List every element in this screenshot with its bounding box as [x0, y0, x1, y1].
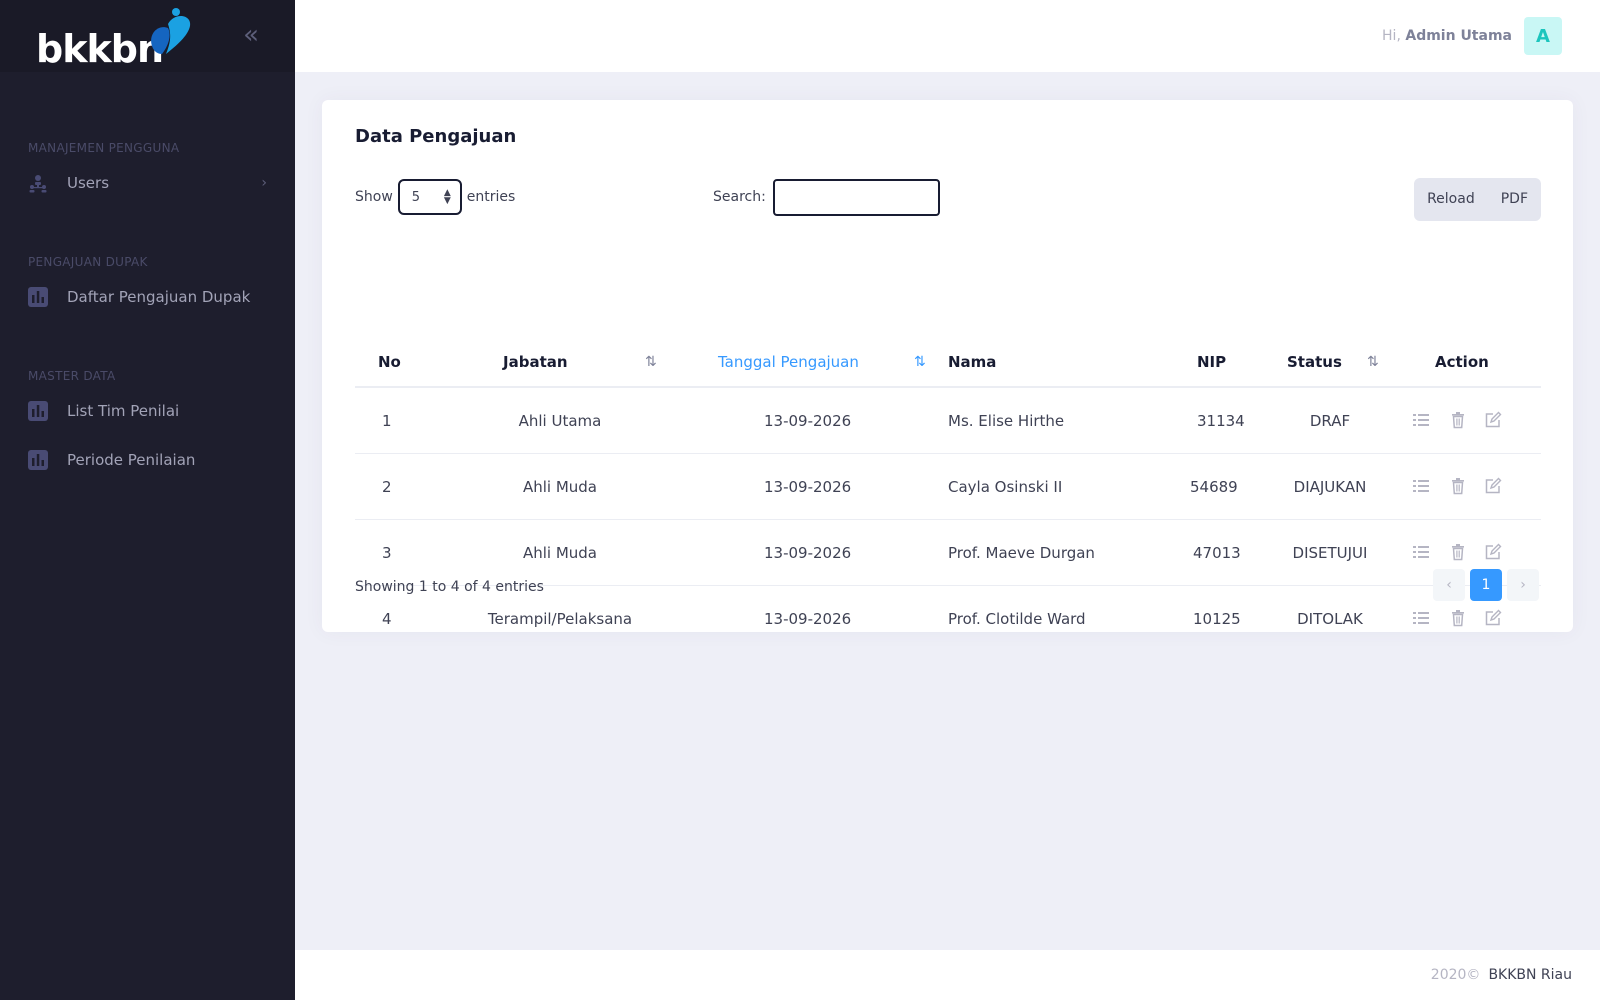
- footer-org-link[interactable]: BKKBN Riau: [1488, 967, 1572, 983]
- cell-jabatan: Ahli Muda: [522, 478, 598, 496]
- sort-icon[interactable]: ⇅: [1367, 338, 1379, 386]
- detail-list-icon[interactable]: [1412, 543, 1430, 561]
- cell-no: 4: [382, 610, 392, 628]
- column-header-jabatan[interactable]: Jabatan: [503, 338, 568, 386]
- detail-list-icon[interactable]: [1412, 411, 1430, 429]
- sort-descending-icon[interactable]: ⇅: [914, 338, 926, 386]
- sidebar-item-daftar-pengajuan-dupak[interactable]: Daftar Pengajuan Dupak: [0, 272, 295, 321]
- sidebar: bkkbn « MANAJEMEN PENGGUNA Users › PENGA…: [0, 0, 295, 1000]
- trash-icon[interactable]: [1449, 543, 1467, 561]
- greeting-text: Hi,: [1382, 28, 1401, 44]
- section-pengajuan-dupak: PENGAJUAN DUPAK: [28, 255, 148, 269]
- edit-icon[interactable]: [1484, 477, 1502, 495]
- sidebar-item-label: Users: [67, 173, 110, 192]
- cell-tanggal: 13-09-2026: [764, 478, 852, 496]
- search-input[interactable]: [772, 178, 940, 216]
- detail-list-icon[interactable]: [1412, 477, 1430, 495]
- sidebar-brand: bkkbn «: [0, 0, 295, 72]
- cell-jabatan: Terampil/Pelaksana: [487, 610, 633, 628]
- cell-tanggal: 13-09-2026: [764, 412, 852, 430]
- column-header-action: Action: [1435, 353, 1489, 371]
- cell-status: DIAJUKAN: [1293, 478, 1367, 496]
- column-header-nip[interactable]: NIP: [1197, 338, 1226, 386]
- logo-mark-icon: [151, 8, 191, 54]
- table-controls: Show 5 ▲ ▼ entries Search: Reload PDF: [355, 178, 1541, 222]
- export-button-group: Reload PDF: [1414, 178, 1541, 221]
- cell-nama: Prof. Clotilde Ward: [948, 610, 1086, 628]
- cell-tanggal: 13-09-2026: [764, 610, 852, 628]
- cell-no: 1: [382, 412, 392, 430]
- bar-chart-icon: [28, 286, 48, 307]
- cell-jabatan: Ahli Utama: [518, 412, 602, 430]
- sidebar-item-label: Periode Penilaian: [67, 450, 196, 469]
- section-manajemen-pengguna: MANAJEMEN PENGGUNA: [28, 141, 180, 155]
- cell-nip: 47013: [1193, 544, 1241, 562]
- select-arrows-icon: ▲ ▼: [443, 188, 451, 206]
- cell-nama: Ms. Elise Hirthe: [948, 412, 1065, 430]
- chevron-right-icon: ›: [261, 174, 267, 191]
- sidebar-item-periode-penilaian[interactable]: Periode Penilaian: [0, 435, 295, 484]
- cell-nip: 31134: [1197, 412, 1245, 430]
- cell-no: 3: [382, 544, 392, 562]
- footer: 2020© BKKBN Riau: [295, 950, 1600, 1000]
- top-header: Hi, Admin Utama A: [295, 0, 1600, 72]
- bkkbn-logo[interactable]: bkkbn: [36, 0, 191, 72]
- cell-nip: 54689: [1190, 478, 1238, 496]
- cell-jabatan: Ahli Muda: [522, 544, 598, 562]
- collapse-sidebar-icon[interactable]: «: [243, 20, 259, 50]
- pdf-button[interactable]: PDF: [1488, 178, 1541, 221]
- cell-nama: Cayla Osinski II: [948, 478, 1063, 496]
- table-header-row: No Jabatan ⇅ Tanggal Pengajuan ⇅ Nama NI…: [355, 338, 1541, 388]
- avatar[interactable]: A: [1524, 17, 1562, 55]
- show-label: Show: [355, 189, 393, 205]
- user-name: Admin Utama: [1405, 28, 1512, 44]
- bar-chart-icon: [28, 449, 48, 470]
- table-row: 2 Ahli Muda 13-09-2026 Cayla Osinski II …: [355, 454, 1541, 520]
- pagination-next-button[interactable]: ›: [1507, 569, 1539, 601]
- cell-nama: Prof. Maeve Durgan: [948, 544, 1095, 562]
- sidebar-item-users[interactable]: Users ›: [0, 158, 295, 207]
- pagination-page-1[interactable]: 1: [1470, 569, 1502, 601]
- edit-icon[interactable]: [1484, 411, 1502, 429]
- footer-copyright: 2020©: [1430, 967, 1481, 983]
- bar-chart-icon: [28, 400, 48, 421]
- sort-icon[interactable]: ⇅: [645, 338, 657, 386]
- cell-nip: 10125: [1193, 610, 1241, 628]
- column-header-no[interactable]: No: [378, 338, 401, 386]
- column-header-tanggal-pengajuan[interactable]: Tanggal Pengajuan: [718, 338, 859, 386]
- edit-icon[interactable]: [1484, 543, 1502, 561]
- column-header-nama[interactable]: Nama: [948, 338, 996, 386]
- entries-label: entries: [466, 189, 516, 205]
- table-row: 4 Terampil/Pelaksana 13-09-2026 Prof. Cl…: [355, 586, 1541, 652]
- search-label: Search:: [713, 189, 766, 205]
- search-control: Search:: [713, 178, 940, 216]
- table-row: 3 Ahli Muda 13-09-2026 Prof. Maeve Durga…: [355, 520, 1541, 586]
- page-title: Data Pengajuan: [355, 126, 517, 147]
- cell-status: DRAF: [1309, 412, 1351, 430]
- column-header-status[interactable]: Status: [1287, 338, 1342, 386]
- pagination-prev-button[interactable]: ‹: [1433, 569, 1465, 601]
- section-master-data: MASTER DATA: [28, 369, 116, 383]
- pagination: ‹ 1 ›: [1433, 569, 1539, 601]
- page-length-control: Show 5 ▲ ▼ entries: [355, 178, 515, 216]
- users-icon: [28, 173, 48, 193]
- sidebar-item-list-tim-penilai[interactable]: List Tim Penilai: [0, 386, 295, 435]
- edit-icon[interactable]: [1484, 609, 1502, 627]
- page-length-value: 5: [411, 189, 421, 205]
- cell-no: 2: [382, 478, 392, 496]
- sidebar-item-label: Daftar Pengajuan Dupak: [67, 287, 251, 306]
- user-greeting[interactable]: Hi, Admin Utama: [1382, 28, 1512, 44]
- trash-icon[interactable]: [1449, 411, 1467, 429]
- page-length-select[interactable]: 5 ▲ ▼: [397, 179, 462, 215]
- cell-status: DITOLAK: [1297, 610, 1363, 628]
- cell-tanggal: 13-09-2026: [764, 544, 852, 562]
- table-row: 1 Ahli Utama 13-09-2026 Ms. Elise Hirthe…: [355, 388, 1541, 454]
- cell-status: DISETUJUI: [1292, 544, 1368, 562]
- detail-list-icon[interactable]: [1412, 609, 1430, 627]
- sidebar-item-label: List Tim Penilai: [67, 401, 180, 420]
- reload-button[interactable]: Reload: [1414, 178, 1488, 221]
- sidebar-menu: MANAJEMEN PENGGUNA Users › PENGAJUAN DUP…: [0, 72, 295, 484]
- trash-icon[interactable]: [1449, 477, 1467, 495]
- trash-icon[interactable]: [1449, 609, 1467, 627]
